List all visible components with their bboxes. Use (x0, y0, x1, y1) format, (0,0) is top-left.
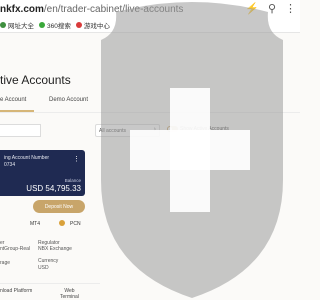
regulator-value: NBX Exchange (38, 246, 72, 252)
currency-label: Currency (38, 258, 59, 264)
search-icon[interactable]: ⚲ (268, 2, 276, 15)
browser-address-bar[interactable]: nkfx.com/en/trader-cabinet/live-accounts… (0, 0, 300, 19)
currency-value: USD (38, 265, 49, 271)
tab-live-account[interactable]: e Account (0, 97, 26, 103)
bookmark-icon (0, 22, 6, 28)
apps-grid-icon[interactable]: ⋮ (285, 2, 296, 15)
platform-pcn[interactable]: PCN (70, 221, 81, 227)
tab-demo-account[interactable]: Demo Account (49, 97, 88, 103)
page-title: tive Accounts (0, 73, 71, 87)
bookmark-item[interactable]: 网址大全 (0, 20, 34, 30)
divider (0, 112, 300, 113)
bookmark-icon (39, 22, 45, 28)
account-filter-select[interactable]: All accounts › (95, 124, 160, 137)
bolt-icon[interactable]: ⚡ (245, 2, 259, 15)
bookmarks-bar: 网址大全 360搜索 游戏中心 (0, 18, 300, 33)
chevron-down-icon: › (153, 126, 156, 133)
web-terminal-line2: Terminal (60, 294, 79, 300)
bookmark-item[interactable]: 360搜索 (39, 20, 71, 30)
url-text[interactable]: nkfx.com/en/trader-cabinet/live-accounts (0, 4, 183, 15)
toggle-label: Show Active Accounts (180, 126, 229, 132)
platform-row: MT4 PCN (0, 220, 100, 231)
bookmark-icon (75, 22, 82, 28)
active-accounts-toggle[interactable] (167, 126, 178, 132)
web-terminal-link[interactable]: Web Terminal (60, 288, 79, 300)
account-number-label: ing Account Number (4, 155, 50, 161)
leverage-label: rage (0, 260, 11, 266)
account-number: 0734 (4, 162, 16, 168)
divider (0, 283, 100, 284)
search-input[interactable] (0, 124, 41, 137)
balance-label: Balance (64, 178, 81, 183)
download-platform-link[interactable]: nload Platform (0, 288, 32, 294)
balance-value: USD 54,795.33 (26, 184, 81, 193)
more-options-icon[interactable]: ⋮ (73, 155, 80, 163)
deposit-now-button[interactable]: Deposit Now (33, 200, 85, 213)
platform-icon (59, 220, 65, 226)
server-value: ntGroup-Real (0, 246, 31, 252)
url-path: /en/trader-cabinet/live-accounts (43, 3, 184, 15)
platform-mt4[interactable]: MT4 (30, 221, 40, 227)
account-card[interactable]: ing Account Number 0734 ⋮ Balance USD 54… (0, 150, 85, 196)
bookmark-item[interactable]: 游戏中心 (75, 20, 110, 30)
account-filter-value: All accounts (99, 127, 126, 134)
url-host: nkfx.com (0, 3, 44, 15)
